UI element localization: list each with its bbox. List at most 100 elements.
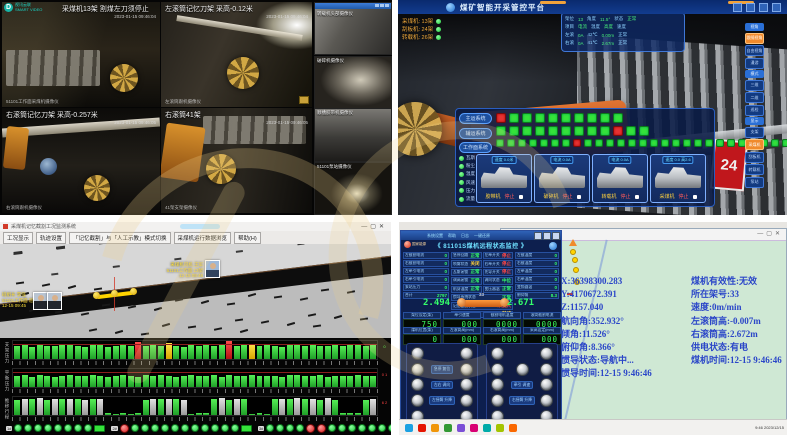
menu-item-跟随视角[interactable]: 跟随视角 bbox=[745, 33, 764, 44]
pill-main-transport[interactable]: 主运系统 bbox=[459, 113, 492, 124]
maximize-button[interactable]: ▢ bbox=[766, 231, 775, 237]
taskbar-icon[interactable] bbox=[405, 424, 413, 432]
env-label: 粉尘 bbox=[466, 163, 475, 169]
round-button[interactable] bbox=[516, 363, 529, 376]
toolbar-button[interactable]: 采煤机运行数据浏览 bbox=[174, 232, 232, 244]
taskbar-icon[interactable] bbox=[457, 424, 465, 432]
equipment-card-转载机[interactable]: 电流 0.0A转载机停止 bbox=[592, 154, 648, 203]
person-photo[interactable] bbox=[205, 260, 220, 278]
round-button[interactable] bbox=[411, 378, 424, 391]
shearer-map-icon[interactable] bbox=[93, 286, 139, 306]
support-indicator bbox=[161, 424, 169, 432]
menu-item-系统设置[interactable]: 系统设置 bbox=[427, 233, 443, 239]
menu-item-自由视角[interactable]: 自由视角 bbox=[745, 45, 764, 56]
camera-thumbnail-2[interactable]: 破碎机摄像仪 bbox=[314, 56, 392, 109]
min-icon[interactable] bbox=[375, 4, 379, 7]
close-button[interactable]: ✕ bbox=[379, 224, 387, 230]
seam-profile-map[interactable]: 采煤机司机 王军51101工作面 13架12-15 09:46 班组长 李强51… bbox=[0, 244, 391, 338]
menu-item-漫游[interactable]: 漫游 bbox=[745, 58, 764, 69]
toolbar-button[interactable]: 帮助(H) bbox=[234, 232, 261, 244]
taskbar-icon[interactable] bbox=[418, 424, 426, 432]
toolbar-button[interactable]: 轨迹设置 bbox=[36, 232, 66, 244]
toolbar-button[interactable]: 「记忆截割」与「人工示教」模式切换 bbox=[69, 232, 171, 244]
survey-marker bbox=[308, 313, 316, 317]
close-button[interactable]: ✕ bbox=[775, 231, 783, 237]
minimize-button[interactable]: — bbox=[361, 224, 370, 230]
windows-taskbar[interactable]: 9:46 2023/12/15 bbox=[399, 419, 787, 435]
round-button[interactable] bbox=[460, 363, 473, 376]
round-button[interactable] bbox=[411, 363, 424, 376]
camera-thumbnail-4[interactable]: 51101泵站摄像仪 bbox=[314, 162, 392, 215]
menu-item-刮板机[interactable]: 刮板机 bbox=[745, 152, 764, 163]
camera-thumbnail-3[interactable]: 顺槽胶带机摄像仪 bbox=[314, 108, 392, 162]
round-button[interactable] bbox=[540, 378, 553, 391]
pip-icon[interactable] bbox=[299, 96, 309, 104]
cell-value: 正常 bbox=[471, 278, 480, 284]
toolbar-button[interactable]: 工况显示 bbox=[3, 232, 33, 244]
maximize-button[interactable] bbox=[543, 232, 551, 240]
camera-tile-3[interactable]: 右滚筒记忆刀架 采高-0.257米 2023-01-15 09:46:05 右滚… bbox=[2, 108, 160, 213]
taskbar-icon[interactable] bbox=[483, 424, 491, 432]
menu-item-采煤机[interactable]: 采煤机 bbox=[745, 139, 764, 150]
minimize-button[interactable] bbox=[534, 232, 542, 240]
menu-item-转载机[interactable]: 转载机 bbox=[745, 164, 764, 175]
window-titlebar[interactable]: 系统设置帮助日志一键还原 bbox=[401, 231, 561, 240]
menu-item-巡检[interactable]: 巡检 bbox=[745, 105, 764, 116]
round-button[interactable] bbox=[411, 394, 424, 407]
taskbar-icon[interactable] bbox=[444, 424, 452, 432]
pill-aux-transport[interactable]: 辅运系统 bbox=[459, 128, 492, 139]
minimize-button[interactable]: — bbox=[757, 231, 766, 237]
system-tray[interactable]: 9:46 2023/12/15 bbox=[755, 425, 784, 430]
menu-item-一键还原[interactable]: 一键还原 bbox=[474, 233, 490, 239]
pill-face-system[interactable]: 工作面系统 bbox=[459, 142, 492, 153]
round-button[interactable] bbox=[540, 394, 553, 407]
menu-item-二维[interactable]: 二维 bbox=[745, 92, 764, 103]
person-photo[interactable] bbox=[33, 292, 48, 310]
camera-tile-1[interactable]: D 视讯云联SMART VIDEO 采煤机13架 割煤左刀须停止 2023-01… bbox=[2, 2, 160, 107]
round-button[interactable] bbox=[540, 347, 553, 360]
menu-item-三维[interactable]: 三维 bbox=[745, 80, 764, 91]
person-photo[interactable] bbox=[47, 292, 62, 310]
menu-item-帮助[interactable]: 帮助 bbox=[448, 233, 456, 239]
round-button[interactable] bbox=[460, 394, 473, 407]
function-chip: 牵引 调速 bbox=[511, 381, 533, 390]
menu-item-支架[interactable]: 支架 bbox=[745, 127, 764, 138]
window-icon[interactable] bbox=[733, 3, 742, 12]
camera-thumbnail-1[interactable]: 转载机头部摄像仪 bbox=[314, 2, 392, 55]
taskbar-icon[interactable] bbox=[470, 424, 478, 432]
round-button[interactable] bbox=[540, 363, 553, 376]
support-indicator bbox=[286, 424, 294, 432]
taskbar-icon[interactable] bbox=[431, 424, 439, 432]
round-button[interactable] bbox=[460, 378, 473, 391]
maximize-button[interactable]: ▢ bbox=[370, 224, 379, 230]
window-controls[interactable] bbox=[534, 232, 560, 240]
taskbar-icon[interactable] bbox=[509, 424, 517, 432]
camera-tile-2[interactable]: 左滚筒记忆刀架 采高-0.12米 2023-01-15 09:46:04 左滚筒… bbox=[161, 2, 312, 107]
shearer-remote-window[interactable]: 系统设置帮助日志一键还原 国家能源 《 81101S煤机远程状态监控 》 左截割… bbox=[400, 230, 562, 428]
round-button[interactable] bbox=[491, 347, 504, 360]
round-button[interactable] bbox=[491, 394, 504, 407]
window-controls[interactable]: —▢✕ bbox=[361, 223, 387, 230]
camera-tile-4[interactable]: 右滚筒41架 2023-01-15 09:46:05 41架支架摄像仪 bbox=[161, 108, 312, 213]
layers-icon[interactable] bbox=[746, 3, 755, 12]
menu-item-日志[interactable]: 日志 bbox=[461, 233, 469, 239]
menu-item-泵站[interactable]: 泵站 bbox=[745, 177, 764, 188]
window-controls[interactable]: —▢✕ bbox=[757, 230, 783, 237]
menu-bar: 系统设置帮助日志一键还原 bbox=[427, 233, 490, 239]
equipment-card-胶带机[interactable]: 速度 0.0米胶带机停止 bbox=[476, 154, 532, 203]
round-button[interactable] bbox=[491, 363, 504, 376]
close-button[interactable] bbox=[552, 232, 560, 240]
led-cell bbox=[561, 113, 571, 123]
close-icon[interactable] bbox=[385, 4, 389, 7]
chart-bar bbox=[370, 399, 376, 415]
equipment-card-采煤机[interactable]: 速度 0.0 高2.6采煤机停止 bbox=[650, 154, 706, 203]
taskbar-icon[interactable] bbox=[496, 424, 504, 432]
round-button[interactable] bbox=[460, 347, 473, 360]
round-button[interactable] bbox=[491, 378, 504, 391]
round-button[interactable] bbox=[411, 347, 424, 360]
max-icon[interactable] bbox=[380, 4, 384, 7]
fullscreen-icon[interactable] bbox=[772, 3, 781, 12]
equipment-card-破碎机[interactable]: 电流 0.0A破碎机停止 bbox=[534, 154, 590, 203]
settings-icon[interactable] bbox=[759, 3, 768, 12]
window-titlebar[interactable]: 采煤机记忆截割工况监测系统 —▢✕ bbox=[0, 222, 391, 231]
